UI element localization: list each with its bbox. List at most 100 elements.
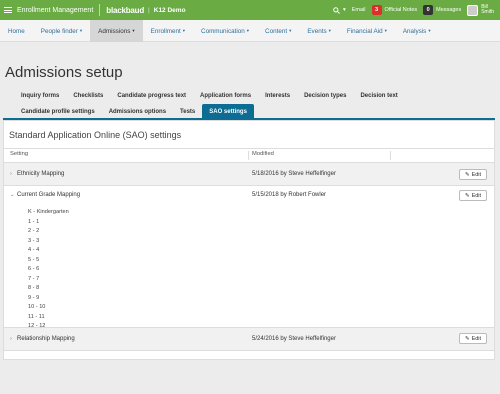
modified-text: 5/24/2016 by Steve Heffelfinger [252, 336, 336, 342]
setting-name: Relationship Mapping [17, 336, 75, 342]
list-item: 6 - 6 [28, 266, 40, 272]
chevron-down-icon: ▾ [182, 28, 186, 33]
column-header-setting: Setting [10, 151, 29, 157]
edit-button[interactable]: ✎ Edit [459, 169, 487, 180]
nav-admissions[interactable]: Admissions ▾ [90, 20, 143, 42]
email-link[interactable]: Email [352, 7, 366, 13]
nav-label: People finder [40, 27, 78, 35]
list-item: 1 - 1 [28, 218, 40, 225]
blackbaud-logo[interactable]: blackbaud [106, 6, 144, 15]
table-row[interactable] [4, 328, 494, 350]
main-nav: Home People finder ▾ Admissions ▾ Enrollme… [0, 20, 500, 42]
tab-checklists[interactable]: Checklists [66, 88, 110, 104]
nav-label: Financial Aid [346, 27, 383, 35]
chevron-down-icon: ▾ [132, 28, 135, 33]
nav-home[interactable]: Home [0, 20, 33, 42]
app-title[interactable]: Enrollment Management [17, 7, 93, 14]
edit-label: Edit [471, 192, 482, 199]
nav-label: Communication [201, 27, 245, 35]
grade-mapping-list: K - Kindergarten 1 - 1 2 - 2 3 - 3 4 - 4… [28, 208, 69, 332]
list-item: 7 - 7 [28, 275, 40, 282]
official-notes-link[interactable]: 3 Official Notes [371, 5, 417, 15]
column-header-modified: Modified [252, 151, 274, 157]
divider [390, 151, 391, 160]
user-menu[interactable]: Bill Smith [467, 4, 494, 16]
row-current-grade-mapping[interactable]: ⌄ Current Grade Mapping [10, 192, 80, 198]
top-right-tools: ▾ Email 3 Official Notes 0 Messages Bill… [333, 0, 494, 20]
list-item: 4 - 4 [28, 247, 40, 253]
setting-name: Current Grade Mapping [17, 192, 81, 198]
chevron-down-icon: ▾ [79, 28, 83, 33]
user-last-name: Smith [481, 9, 494, 15]
messages-link[interactable]: 0 Messages [423, 5, 461, 15]
nav-events[interactable]: Events ▾ [299, 20, 339, 42]
tabs-row-1: Inquiry forms Checklists Candidate progr… [14, 88, 405, 104]
user-name: Bill Smith [481, 4, 494, 16]
chevron-right-icon: › [10, 336, 12, 342]
pencil-icon: ✎ [464, 192, 470, 199]
chevron-down-icon: ▾ [384, 28, 387, 33]
nav-content[interactable]: Content ▾ [257, 20, 299, 42]
official-notes-count-badge: 3 [371, 5, 382, 15]
nav-enrollment[interactable]: Enrollment ▾ [143, 20, 193, 42]
tab-candidate-progress-text[interactable]: Candidate progress text [110, 88, 193, 104]
divider [99, 4, 101, 16]
nav-communication[interactable]: Communication ▾ [193, 20, 257, 42]
messages-count-badge: 0 [423, 5, 434, 15]
nav-people-finder[interactable]: People finder ▾ [33, 20, 90, 42]
edit-button[interactable]: ✎ Edit [459, 333, 487, 344]
modified-text: 5/15/2018 by Robert Fowler [252, 192, 327, 198]
row-ethnicity-mapping[interactable]: › Ethnicity Mapping [10, 171, 64, 177]
chevron-down-icon: ▾ [428, 28, 431, 33]
list-item: 5 - 5 [28, 256, 40, 263]
list-item: 10 - 10 [28, 304, 46, 310]
search-icon [333, 6, 340, 14]
tab-interests[interactable]: Interests [258, 88, 297, 104]
chevron-down-icon: ▾ [328, 28, 331, 33]
nav-financial-aid[interactable]: Financial Aid ▾ [339, 20, 395, 42]
nav-label: Enrollment [150, 27, 181, 35]
nav-label: Admissions [98, 27, 131, 35]
chevron-down-icon: ⌄ [10, 192, 15, 198]
hamburger-menu-icon[interactable] [4, 7, 12, 13]
divider [4, 148, 494, 149]
tab-decision-types[interactable]: Decision types [297, 88, 353, 104]
divider [4, 185, 494, 186]
tab-application-forms[interactable]: Application forms [193, 88, 258, 104]
chevron-down-icon: ▾ [343, 7, 346, 13]
tab-decision-text[interactable]: Decision text [353, 88, 404, 104]
nav-label: Events [307, 27, 327, 35]
edit-button[interactable]: ✎ Edit [459, 190, 487, 201]
pencil-icon: ✎ [464, 335, 470, 342]
edit-label: Edit [471, 171, 482, 178]
tab-inquiry-forms[interactable]: Inquiry forms [14, 88, 66, 104]
list-item: 9 - 9 [28, 294, 40, 301]
modified-text: 5/18/2016 by Steve Heffelfinger [252, 171, 336, 177]
list-item: 8 - 8 [28, 285, 40, 291]
nav-analysis[interactable]: Analysis ▾ [395, 20, 439, 42]
divider [248, 151, 249, 160]
row-relationship-mapping[interactable]: › Relationship Mapping [10, 336, 75, 342]
nav-label: Analysis [402, 27, 427, 35]
messages-label: Messages [436, 7, 462, 13]
divider [4, 350, 494, 351]
nav-label: Content [265, 27, 288, 35]
search-button[interactable]: ▾ [333, 6, 346, 14]
page-title: Admissions setup [5, 64, 123, 81]
chevron-down-icon: ▾ [289, 28, 292, 33]
top-bar: Enrollment Management blackbaud | K12 De… [0, 0, 500, 20]
list-item: K - Kindergarten [28, 209, 69, 215]
nav-label: Home [8, 27, 25, 35]
pencil-icon: ✎ [464, 171, 470, 178]
setting-name: Ethnicity Mapping [17, 171, 65, 177]
chevron-right-icon: › [10, 171, 12, 177]
panel-title: Standard Application Online (SAO) settin… [9, 130, 182, 140]
list-item: 2 - 2 [28, 228, 40, 234]
chevron-down-icon: ▾ [246, 28, 250, 33]
table-row[interactable] [4, 163, 494, 185]
avatar [467, 4, 479, 16]
list-item: 11 - 11 [28, 313, 45, 320]
edit-label: Edit [471, 335, 482, 342]
logo-separator: | [148, 6, 150, 14]
sao-settings-panel: Standard Application Online (SAO) settin… [3, 120, 495, 360]
